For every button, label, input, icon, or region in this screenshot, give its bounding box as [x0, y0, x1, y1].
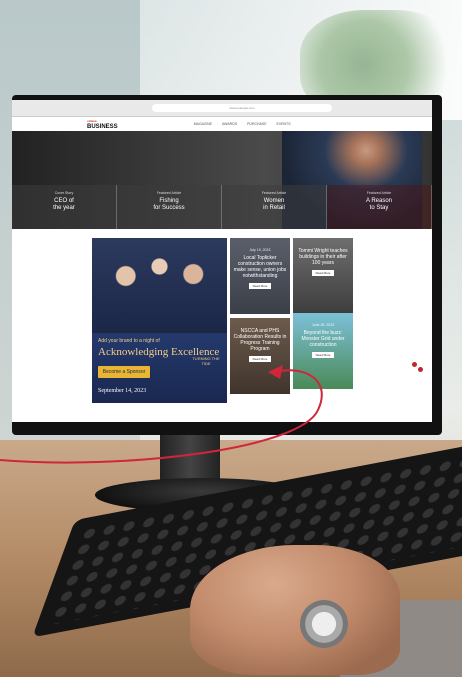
card-headline: Local Toplicker construction owners make…	[233, 255, 287, 279]
card-headline: Tommi Wright teaches buildings in their …	[298, 248, 348, 266]
wristwatch	[300, 600, 348, 648]
brand-dots-icon	[412, 362, 424, 374]
site-logo[interactable]: ottawa BUSINESS	[87, 118, 118, 130]
card-date: July 19, 2023	[249, 248, 271, 252]
site-nav: ottawa BUSINESS MAGAZINE AWARDS PURCHASE…	[12, 117, 432, 131]
tile-title: CEO of the year	[53, 198, 75, 211]
tile-kicker: Cover Story	[54, 191, 74, 195]
article-card[interactable]: NSCCA and PHS Collaboration Results in P…	[230, 318, 290, 394]
monitor-screen: www.example.com ottawa BUSINESS MAGAZINE…	[12, 100, 432, 422]
hand	[190, 545, 400, 675]
card-date: June 28, 2023	[311, 323, 335, 327]
nav-item-awards[interactable]: AWARDS	[222, 122, 237, 126]
nav-item-magazine[interactable]: MAGAZINE	[194, 122, 212, 126]
address-bar[interactable]: www.example.com	[152, 104, 332, 112]
sponsor-ad[interactable]: Add your brand to a night of Acknowledgi…	[92, 238, 227, 403]
become-sponsor-button[interactable]: Become a Sponsor	[98, 366, 150, 378]
read-more-button[interactable]: Read More	[248, 356, 272, 362]
tile-kicker: Featured Article	[261, 191, 287, 195]
turning-the-tide-logo: TURNING THE TIDE	[192, 356, 220, 366]
tile-kicker: Featured Article	[156, 191, 182, 195]
tile-kicker: Featured Article	[366, 191, 392, 195]
nav-item-purchase[interactable]: PURCHASE	[247, 122, 266, 126]
article-card[interactable]: July 19, 2023 Local Toplicker constructi…	[230, 238, 290, 314]
photo-scene: www.example.com ottawa BUSINESS MAGAZINE…	[0, 0, 462, 677]
hero-banner: Cover Story CEO of the year Featured Art…	[12, 131, 432, 229]
ad-photo	[92, 238, 227, 333]
ad-tagline: Add your brand to a night of	[98, 338, 160, 344]
logo-main: BUSINESS	[87, 124, 118, 130]
hero-tile[interactable]: Featured Article A Reason to Stay	[327, 185, 432, 229]
ad-date: September 14, 2023	[98, 388, 147, 394]
tile-title: Women in Retail	[263, 198, 285, 211]
article-card[interactable]: Tommi Wright teaches buildings in their …	[293, 238, 353, 314]
read-more-button[interactable]: Read More	[311, 270, 335, 276]
read-more-button[interactable]: Read More	[248, 283, 272, 289]
hero-tile[interactable]: Featured Article Women in Retail	[222, 185, 327, 229]
read-more-button[interactable]: Read More	[311, 352, 335, 358]
card-headline: Beyond the buzz: Monster Grid under cons…	[301, 330, 345, 348]
hero-tile[interactable]: Featured Article Fishing for Success	[117, 185, 222, 229]
tile-title: Fishing for Success	[153, 198, 185, 211]
hero-tiles: Cover Story CEO of the year Featured Art…	[12, 185, 432, 229]
card-headline: NSCCA and PHS Collaboration Results in P…	[233, 328, 287, 352]
hero-tile[interactable]: Cover Story CEO of the year	[12, 185, 117, 229]
nav-item-events[interactable]: EVENTS	[277, 122, 291, 126]
tile-title: A Reason to Stay	[365, 198, 393, 211]
article-card[interactable]: June 28, 2023 Beyond the buzz: Monster G…	[293, 313, 353, 389]
browser-chrome: www.example.com	[12, 100, 432, 117]
content-grid: Add your brand to a night of Acknowledgi…	[92, 238, 417, 403]
